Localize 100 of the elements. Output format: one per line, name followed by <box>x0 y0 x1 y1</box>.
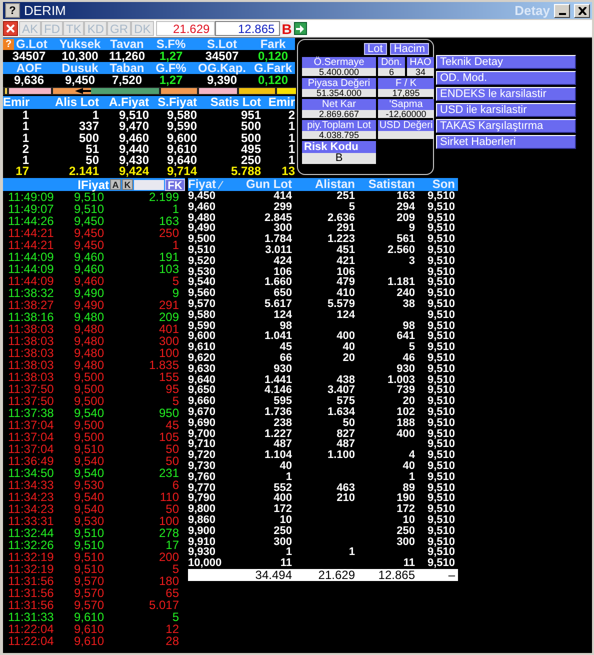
trade-price: 9,530 <box>74 515 106 527</box>
trade-lot: 95 <box>164 383 179 395</box>
menu-button[interactable]: ENDEKS le karsilastir <box>436 87 576 101</box>
table-cell-text: 9,510 <box>426 450 455 461</box>
trade-time: 11:32:44 <box>8 527 55 539</box>
column-header: Alis Lot <box>54 96 99 109</box>
trade-price: 9,610 <box>74 635 106 647</box>
table-cell-text: 9,690 <box>188 418 217 429</box>
menu-button[interactable]: USD ile karsilastir <box>436 103 576 117</box>
trade-time: 11:38:03 <box>8 371 55 383</box>
menu-button[interactable]: Teknik Detay <box>436 55 576 69</box>
summary-value: 9,390 <box>206 74 238 86</box>
trade-price: 9,490 <box>74 287 106 299</box>
trade-time: 11:31:56 <box>8 575 55 587</box>
trade-lot: 1 <box>171 239 179 251</box>
table-cell-text: 9,860 <box>188 514 217 526</box>
table-cell-text: 98 <box>280 320 292 332</box>
trade-price: 9,530 <box>74 479 106 491</box>
table-cell-text: 1 <box>288 155 295 166</box>
table-cell-text: 11 <box>402 558 415 569</box>
trade-lot: 5 <box>171 395 179 407</box>
trade-lot: 950 <box>158 407 179 419</box>
table-cell-text: 1.736 <box>263 406 292 418</box>
trade-time: 11:38:32 <box>8 287 55 299</box>
field-value: 34 <box>407 68 434 76</box>
help-icon[interactable]: ? <box>5 3 20 18</box>
table-cell-text: 9,730 <box>188 460 217 472</box>
trade-time: 11:37:50 <box>8 383 55 395</box>
trade-lot: 12 <box>164 623 179 635</box>
field-value: 51.354.000 <box>302 89 376 97</box>
trade-lot: 110 <box>158 491 179 503</box>
table-cell-text: 9,510 <box>426 472 455 483</box>
trade-lot: 231 <box>158 467 179 479</box>
table-cell-text: 46 <box>402 352 415 364</box>
table-cell-text: 650 <box>274 288 292 299</box>
column-header[interactable]: Satistan <box>355 178 415 191</box>
trade-price: 9,500 <box>74 419 106 431</box>
trade-price: 9,570 <box>74 599 106 611</box>
table-cell-text: 500 <box>240 132 261 144</box>
trade-lot: 103 <box>158 263 179 275</box>
table-cell-text: 5.617 <box>263 298 292 310</box>
table-cell-text: 400 <box>272 493 292 504</box>
table-cell-text: 250 <box>240 155 261 166</box>
trade-time: 11:44:21 <box>8 227 55 239</box>
close-button[interactable] <box>3 21 18 36</box>
table-cell-text: 827 <box>336 428 355 440</box>
table-cell-text: 9,510 <box>426 460 455 472</box>
table-cell-text: 188 <box>396 418 415 429</box>
column-header[interactable]: Son <box>415 178 455 191</box>
trade-time: 11:32:26 <box>8 539 55 551</box>
trade-lot: 17 <box>164 539 179 551</box>
trade-price: 9,480 <box>74 323 106 335</box>
table-cell-text: 9,510 <box>426 234 455 245</box>
trade-time: 11:49:07 <box>8 203 55 215</box>
trade-time: 11:38:03 <box>8 359 55 371</box>
column-header: G.Lot <box>16 38 48 50</box>
trade-price: 9,570 <box>74 587 106 599</box>
summary-value: 9,450 <box>64 74 96 86</box>
total-cell-text: 5.788 <box>230 166 261 178</box>
filter-button[interactable]: FK <box>165 178 185 190</box>
table-cell-text: 300 <box>274 223 292 234</box>
toggle-button[interactable]: Lot <box>364 43 387 55</box>
filter-button[interactable]: K <box>122 179 133 190</box>
field-value: 6 <box>378 68 405 76</box>
table-cell-text: 3.407 <box>326 385 355 396</box>
window-subtitle: Detay <box>514 3 550 18</box>
trade-lot: 105 <box>158 431 179 443</box>
table-cell-text: 163 <box>396 191 415 202</box>
table-cell-text: 641 <box>396 331 415 342</box>
column-header[interactable]: Gun Lot <box>230 178 292 191</box>
column-header[interactable]: Alistan <box>292 178 355 191</box>
table-cell-text: 50 <box>86 155 99 166</box>
table-cell-text: 739 <box>396 385 415 396</box>
table-cell-text: 1 <box>286 547 292 558</box>
menu-button[interactable]: OD. Mod. <box>436 71 576 85</box>
menu-button[interactable]: Sirket Haberleri <box>436 135 576 149</box>
filter-button[interactable]: A <box>110 179 121 190</box>
trade-price: 9,540 <box>74 455 106 467</box>
trade-lot: 1 <box>171 203 179 215</box>
summary-value: 1,27 <box>158 50 184 62</box>
filter-field[interactable] <box>134 180 164 190</box>
field-label: Risk Kodu <box>302 141 376 153</box>
table-cell-text: 9,430 <box>118 155 149 166</box>
trade-lot: 5 <box>171 611 179 623</box>
table-cell-text: 1.003 <box>386 374 415 386</box>
table-cell-text: 9,590 <box>188 320 217 332</box>
trade-lot: 100 <box>158 347 179 359</box>
toggle-button[interactable]: Hacim <box>390 43 429 55</box>
trade-lot: 9 <box>171 287 179 299</box>
help-icon[interactable]: ? <box>3 38 14 50</box>
go-button[interactable] <box>294 22 307 35</box>
table-cell-text: 250 <box>272 526 292 536</box>
table-cell-text: 9,510 <box>426 320 455 332</box>
minimize-button[interactable] <box>554 4 570 18</box>
trade-price: 9,510 <box>74 551 106 563</box>
column-header[interactable]: Fiyat <box>188 178 230 191</box>
window-title: DERIM <box>24 3 66 18</box>
table-cell-text: 10,000 <box>188 558 223 569</box>
menu-button[interactable]: TAKAS Karşılaştırma <box>436 119 576 133</box>
table-cell-text: 595 <box>274 396 292 407</box>
